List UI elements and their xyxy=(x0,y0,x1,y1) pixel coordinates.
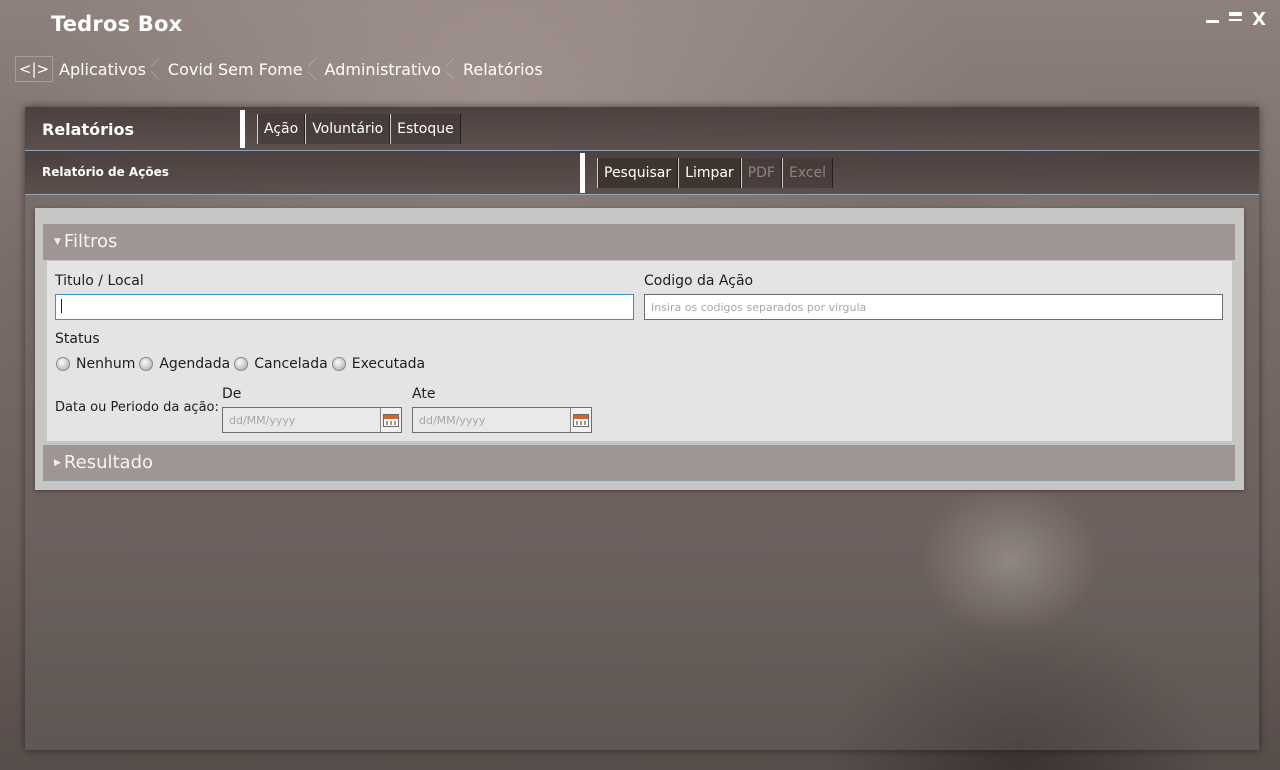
breadcrumb-separator-icon xyxy=(150,56,159,82)
radio-label: Cancelada xyxy=(254,356,328,372)
status-radio-cancelada[interactable]: Cancelada xyxy=(234,356,328,372)
resultado-title: Resultado xyxy=(63,452,154,473)
radio-icon xyxy=(139,357,154,371)
breadcrumb-label: Aplicativos xyxy=(59,59,146,79)
titulo-input[interactable] xyxy=(55,294,634,320)
titulo-field-wrap xyxy=(55,294,634,320)
report-toolbar: Relatório de Ações Pesquisar Limpar PDF … xyxy=(25,151,1259,195)
minimize-button[interactable] xyxy=(1206,10,1220,30)
maximize-icon xyxy=(1229,12,1243,21)
radio-icon xyxy=(56,357,70,371)
breadcrumb-item-administrativo[interactable]: Administrativo xyxy=(319,56,457,82)
back-button[interactable]: <|> xyxy=(15,56,53,82)
pesquisar-button[interactable]: Pesquisar xyxy=(597,158,679,188)
status-radio-group: Nenhum Agendada Cancelada Executada xyxy=(56,356,429,372)
breadcrumb-item-relatorios[interactable]: Relatórios xyxy=(457,56,546,82)
date-from-calendar-button[interactable] xyxy=(380,408,401,432)
breadcrumb-separator-icon xyxy=(307,56,316,82)
filters-body: Titulo / Local Codigo da Ação Status Nen… xyxy=(47,261,1232,441)
chevron-down-icon: ▼ xyxy=(54,236,61,247)
pdf-button[interactable]: PDF xyxy=(740,158,782,188)
app-title: Tedros Box xyxy=(51,12,183,36)
main-panel: Relatórios Ação Voluntário Estoque Relat… xyxy=(25,107,1259,750)
tab-voluntario[interactable]: Voluntário xyxy=(305,114,391,144)
radio-label: Agendada xyxy=(159,356,231,372)
breadcrumb-item-aplicativos[interactable]: Aplicativos xyxy=(53,56,162,82)
module-toolbar: Relatórios Ação Voluntário Estoque xyxy=(25,107,1259,151)
module-tabs: Ação Voluntário Estoque xyxy=(257,114,461,144)
date-to-field xyxy=(412,407,592,433)
codigo-label: Codigo da Ação xyxy=(644,273,754,289)
date-from-field xyxy=(222,407,402,433)
filtros-section-header[interactable]: ▼ Filtros xyxy=(43,224,1235,260)
periodo-label: Data ou Periodo da ação: xyxy=(55,400,219,415)
status-radio-agendada[interactable]: Agendada xyxy=(139,356,230,372)
breadcrumb-label: Covid Sem Fome xyxy=(167,59,303,79)
ate-label: Ate xyxy=(412,386,436,402)
chevron-right-icon: ▶ xyxy=(54,457,61,468)
minimize-icon xyxy=(1206,20,1220,23)
excel-button[interactable]: Excel xyxy=(781,158,834,188)
resultado-section-header[interactable]: ▶ Resultado xyxy=(43,445,1235,481)
radio-label: Executada xyxy=(351,356,426,372)
status-radio-nenhum[interactable]: Nenhum xyxy=(56,356,135,372)
module-title: Relatórios xyxy=(42,120,134,139)
calendar-icon xyxy=(573,413,589,427)
report-title: Relatório de Ações xyxy=(42,165,169,179)
report-content: ▼ Filtros Titulo / Local Codigo da Ação … xyxy=(35,208,1244,490)
toolbar-divider xyxy=(580,153,585,193)
status-radio-executada[interactable]: Executada xyxy=(331,356,426,372)
radio-icon xyxy=(331,357,346,371)
date-to-input[interactable] xyxy=(413,408,570,432)
text-caret xyxy=(61,299,62,313)
breadcrumb-label: Relatórios xyxy=(462,59,543,79)
filtros-title: Filtros xyxy=(63,231,118,252)
breadcrumb-item-covid-sem-fome[interactable]: Covid Sem Fome xyxy=(162,56,319,82)
tab-acao[interactable]: Ação xyxy=(257,114,306,144)
calendar-icon xyxy=(383,413,399,427)
radio-label: Nenhum xyxy=(76,356,136,372)
title-bar: Tedros Box X xyxy=(0,0,1280,50)
limpar-button[interactable]: Limpar xyxy=(678,158,741,188)
breadcrumb-separator-icon xyxy=(445,56,454,82)
report-actions: Pesquisar Limpar PDF Excel xyxy=(597,158,834,188)
breadcrumb-label: Administrativo xyxy=(324,59,441,79)
codigo-input[interactable] xyxy=(644,294,1223,320)
tab-estoque[interactable]: Estoque xyxy=(390,114,461,144)
status-label: Status xyxy=(55,331,100,347)
radio-icon xyxy=(234,357,249,371)
titulo-label: Titulo / Local xyxy=(55,273,144,289)
de-label: De xyxy=(222,386,242,402)
maximize-button[interactable] xyxy=(1229,10,1243,30)
date-from-input[interactable] xyxy=(223,408,380,432)
breadcrumb: <|> Aplicativos Covid Sem Fome Administr… xyxy=(15,56,546,82)
window-controls: X xyxy=(1206,10,1266,30)
toolbar-divider xyxy=(240,110,245,148)
close-button[interactable]: X xyxy=(1252,10,1266,30)
date-to-calendar-button[interactable] xyxy=(570,408,591,432)
